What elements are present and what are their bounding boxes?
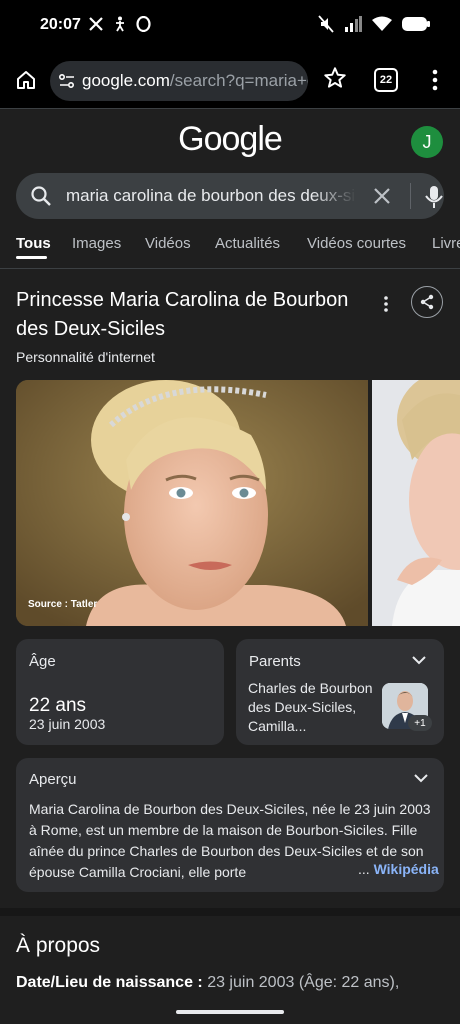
age-value: 22 ans <box>29 695 87 716</box>
active-tab-indicator <box>16 256 47 259</box>
tab-news[interactable]: Actualités <box>215 235 280 252</box>
age-card[interactable]: Âge 22 ans 23 juin 2003 <box>16 639 224 745</box>
search-icon <box>31 186 51 206</box>
more-parents-badge: +1 <box>408 715 432 731</box>
birth-info-label: Date/Lieu de naissance : <box>16 974 203 991</box>
url-domain: google.com <box>82 71 170 90</box>
tab-images[interactable]: Images <box>72 235 121 252</box>
home-indicator[interactable] <box>176 1010 284 1014</box>
account-avatar[interactable]: J <box>411 126 443 158</box>
more-options-icon[interactable] <box>378 294 394 314</box>
entity-photo[interactable]: Source : Tatler <box>16 380 368 626</box>
accessibility-icon <box>116 16 124 32</box>
search-box[interactable]: maria carolina de bourbon des deux-sicil… <box>16 173 444 219</box>
status-bar: 20:07 <box>0 0 460 52</box>
photo-source-label: Source : Tatler <box>28 599 98 610</box>
x-logo-icon <box>89 17 103 31</box>
url-text: google.com/search?q=maria+c <box>82 71 308 91</box>
clear-icon[interactable] <box>372 186 392 206</box>
bookmark-star-icon[interactable] <box>322 65 348 91</box>
parents-card[interactable]: Parents Charles de Bourbon des Deux-Sici… <box>236 639 444 745</box>
share-icon <box>420 294 434 310</box>
divider <box>0 108 460 109</box>
overview-card[interactable]: Aperçu Maria Carolina de Bourbon des Deu… <box>16 758 444 892</box>
chevron-down-icon[interactable] <box>412 769 430 787</box>
tab-short-videos[interactable]: Vidéos courtes <box>307 235 406 252</box>
home-icon <box>17 71 35 89</box>
signal-icon <box>345 16 362 32</box>
birth-info-row: Date/Lieu de naissance : 23 juin 2003 (Â… <box>16 974 399 992</box>
tab-all[interactable]: Tous <box>16 235 51 252</box>
wikipedia-link[interactable]: Wikipédia <box>374 861 439 877</box>
portrait-image <box>16 380 368 626</box>
parents-label: Parents <box>249 653 301 670</box>
search-input[interactable]: maria carolina de bourbon des deux-sicil… <box>66 186 356 206</box>
microphone-icon[interactable] <box>424 185 444 209</box>
status-time: 20:07 <box>40 16 81 33</box>
wifi-icon <box>372 16 392 31</box>
chevron-down-icon[interactable] <box>410 651 428 669</box>
entity-subtitle: Personnalité d'internet <box>16 349 155 365</box>
age-label: Âge <box>29 653 56 670</box>
about-heading: À propos <box>16 934 101 957</box>
opera-icon <box>136 16 151 32</box>
parents-names: Charles de Bourbon des Deux-Siciles, Cam… <box>248 680 373 734</box>
tab-videos[interactable]: Vidéos <box>145 235 191 252</box>
url-bar[interactable]: google.com/search?q=maria+c <box>50 61 308 101</box>
birth-info-value: 23 juin 2003 (Âge: 22 ans), <box>207 974 400 991</box>
more-vert-icon[interactable] <box>425 66 445 94</box>
url-path: /search?q=maria+c <box>169 71 308 90</box>
home-button[interactable] <box>10 64 42 96</box>
battery-icon <box>402 17 430 31</box>
site-settings-icon[interactable] <box>58 72 76 90</box>
tab-switcher-button[interactable]: 22 <box>374 68 398 92</box>
overview-label: Aperçu <box>29 771 77 788</box>
portrait-image <box>372 380 460 626</box>
divider <box>0 268 460 269</box>
tab-books[interactable]: Livres <box>432 235 460 252</box>
google-logo[interactable]: Google <box>0 120 460 159</box>
section-divider <box>0 908 460 916</box>
share-button[interactable] <box>411 286 443 318</box>
birth-date: 23 juin 2003 <box>29 716 106 732</box>
mute-icon <box>318 15 334 33</box>
ellipsis: ... <box>358 861 370 877</box>
divider <box>410 183 411 209</box>
browser-toolbar: google.com/search?q=maria+c 22 <box>0 52 460 108</box>
entity-title: Princesse Maria Carolina de Bourbon des … <box>16 289 349 340</box>
entity-photo-secondary[interactable] <box>372 380 460 626</box>
wikipedia-link-wrap: ... Wikipédia <box>354 861 439 877</box>
